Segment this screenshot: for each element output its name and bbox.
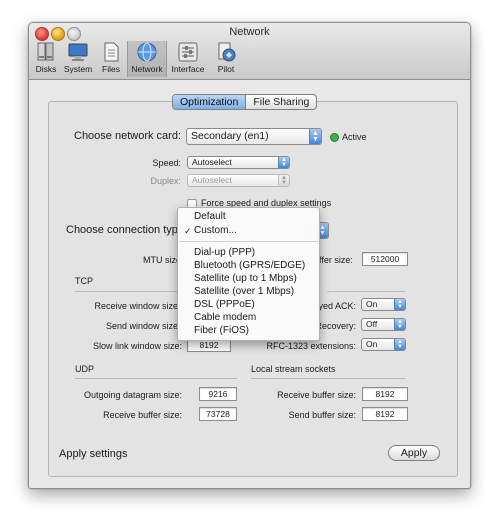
tcp-divider-right [327,291,405,292]
local-stream-section-title: Local stream sockets [251,364,336,374]
outgoing-datagram-label: Outgoing datagram size: [83,390,182,400]
network-globe-icon [137,42,157,62]
toolbar-item-interface[interactable]: Interface [167,41,209,77]
menu-item-cable-modem[interactable]: Cable modem [194,312,256,323]
receive-window-label: Receive window size [94,301,178,311]
interface-sliders-icon [178,42,198,62]
menu-item-fiber[interactable]: Fiber (FiOS) [194,325,249,336]
rfc1323-popup[interactable]: On ▲ ▼ [361,338,406,351]
mtu-size-label: MTU size [143,255,181,265]
menu-item-bluetooth[interactable]: Bluetooth (GPRS/EDGE) [194,260,305,271]
popup-arrows-icon: ▲ ▼ [309,129,321,144]
local-send-buffer-field[interactable]: 8192 [362,407,408,421]
recovery-popup[interactable]: Off ▲ ▼ [361,318,406,331]
toolbar-item-system[interactable]: System [61,41,95,77]
udp-receive-buffer-label: Receive buffer size: [103,410,182,420]
menu-item-satellite-over[interactable]: Satellite (over 1 Mbps) [194,286,294,297]
duplex-value: Autoselect [192,175,232,185]
duplex-popup[interactable]: Autoselect ▲ ▼ [187,174,290,187]
files-icon [104,42,119,62]
title-bar: Network Disks System Files Network Inter… [29,23,470,80]
popup-arrows-icon: ▲ ▼ [394,299,405,310]
rfc1323-value: On [366,339,378,349]
toolbar-label-files: Files [102,64,120,74]
send-window-label: Send window size [105,321,178,331]
local-send-buffer-label: Send buffer size: [288,410,356,420]
delayed-ack-value: On [366,299,378,309]
tab-optimization[interactable]: Optimization [173,95,247,109]
connection-type-menu: Default ✓ Custom... Dial-up (PPP) Blueto… [177,207,320,341]
network-card-popup[interactable]: Secondary (en1) ▲ ▼ [186,128,322,145]
apply-settings-label: Apply settings [59,448,128,460]
slow-link-window-label: Slow link window size: [92,341,182,351]
network-card-status: Active [342,132,367,142]
toolbar-item-files[interactable]: Files [97,41,125,77]
toolbar-item-network[interactable]: Network [127,41,167,77]
speed-label: Speed: [152,158,181,168]
popup-arrows-icon: ▲ ▼ [278,157,289,168]
udp-section-title: UDP [75,364,95,374]
tcp-section-title: TCP [75,276,93,286]
menu-item-dsl[interactable]: DSL (PPPoE) [194,299,255,310]
apply-button[interactable]: Apply [388,445,440,461]
toolbar-label-interface: Interface [171,64,205,74]
tab-file-sharing[interactable]: File Sharing [246,95,316,109]
menu-separator [179,241,318,242]
local-receive-buffer-label: Receive buffer size: [277,390,356,400]
toolbar-label-network: Network [131,64,163,74]
buffer-size-field[interactable]: 512000 [362,252,408,266]
udp-receive-buffer-field[interactable]: 73728 [199,407,237,421]
pilot-icon [218,42,236,62]
popup-arrows-icon: ▲ ▼ [394,339,405,350]
outgoing-datagram-field[interactable]: 9216 [199,387,237,401]
status-indicator-icon [330,133,339,142]
toolbar-label-system: System [63,64,93,74]
toolbar-item-pilot[interactable]: Pilot [211,41,241,77]
buffer-size-label: ffer size: [319,255,353,265]
network-card-label: Choose network card: [74,130,181,142]
menu-item-satellite-up-to[interactable]: Satellite (up to 1 Mbps) [194,273,297,284]
menu-item-custom[interactable]: Custom... [194,225,237,236]
popup-arrows-icon: ▲ ▼ [278,175,289,186]
toolbar-item-disks[interactable]: Disks [32,41,60,77]
duplex-label: Duplex: [150,176,181,186]
disks-icon [37,42,54,61]
tab-bar: Optimization File Sharing [172,94,318,110]
toolbar-label-disks: Disks [35,64,57,74]
window-title: Network [229,26,270,38]
speed-value: Autoselect [192,157,232,167]
network-window: Network Disks System Files Network Inter… [28,22,471,489]
menu-item-dialup[interactable]: Dial-up (PPP) [194,247,255,258]
monitor-icon [68,43,88,61]
checkmark-icon: ✓ [184,226,192,236]
network-card-value: Secondary (en1) [191,130,269,142]
local-receive-buffer-field[interactable]: 8192 [362,387,408,401]
speed-popup[interactable]: Autoselect ▲ ▼ [187,156,290,169]
popup-arrows-icon: ▲ ▼ [394,319,405,330]
toolbar-label-pilot: Pilot [217,64,235,74]
connection-type-label: Choose connection type [66,224,185,236]
delayed-ack-popup[interactable]: On ▲ ▼ [361,298,406,311]
local-stream-divider [251,378,406,379]
recovery-value: Off [366,319,378,329]
rfc1323-label: RFC-1323 extensions: [266,341,356,351]
udp-divider [75,378,237,379]
menu-item-default[interactable]: Default [194,211,226,222]
